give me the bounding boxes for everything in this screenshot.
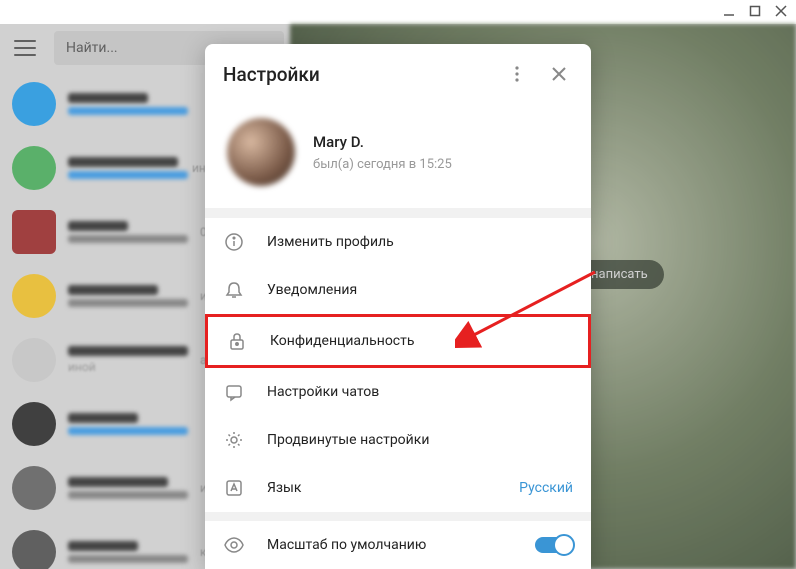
setting-label: Язык [267, 480, 497, 496]
maximize-button[interactable] [748, 4, 762, 18]
setting-advanced[interactable]: Продвинутые настройки [205, 416, 591, 464]
setting-label: Продвинутые настройки [267, 432, 573, 448]
setting-label: Масштаб по умолчанию [267, 537, 513, 553]
profile-name: Mary D. [313, 133, 452, 151]
setting-label: Конфиденциальность [270, 333, 570, 349]
section-divider [205, 208, 591, 218]
setting-label: Уведомления [267, 282, 573, 298]
close-window-button[interactable] [774, 4, 788, 18]
eye-icon [223, 534, 245, 556]
bell-icon [223, 279, 245, 301]
profile-block[interactable]: Mary D. был(а) сегодня в 15:25 [205, 104, 591, 208]
setting-notifications[interactable]: Уведомления [205, 266, 591, 314]
language-icon [223, 477, 245, 499]
lock-icon [226, 330, 248, 352]
setting-value: Русский [519, 480, 573, 496]
modal-header: Настройки [205, 44, 591, 104]
settings-list: Изменить профиль Уведомления Конфиденциа… [205, 218, 591, 512]
chat-icon [223, 381, 245, 403]
more-options-button[interactable] [503, 60, 531, 88]
setting-chat-settings[interactable]: Настройки чатов [205, 368, 591, 416]
setting-label: Изменить профиль [267, 234, 573, 250]
close-modal-button[interactable] [545, 60, 573, 88]
minimize-button[interactable] [722, 4, 736, 18]
section-divider [205, 512, 591, 522]
profile-avatar [227, 118, 295, 186]
window-controls [722, 4, 788, 18]
setting-label: Настройки чатов [267, 384, 573, 400]
info-icon [223, 231, 245, 253]
setting-edit-profile[interactable]: Изменить профиль [205, 218, 591, 266]
gear-icon [223, 429, 245, 451]
profile-status: был(а) сегодня в 15:25 [313, 157, 452, 172]
setting-privacy[interactable]: Конфиденциальность [205, 314, 591, 368]
scale-toggle[interactable] [535, 537, 573, 553]
modal-title: Настройки [223, 63, 503, 86]
setting-language[interactable]: Язык Русский [205, 464, 591, 512]
settings-modal: Настройки Mary D. был(а) сегодня в 15:25… [205, 44, 591, 569]
setting-default-scale[interactable]: Масштаб по умолчанию [205, 521, 591, 569]
